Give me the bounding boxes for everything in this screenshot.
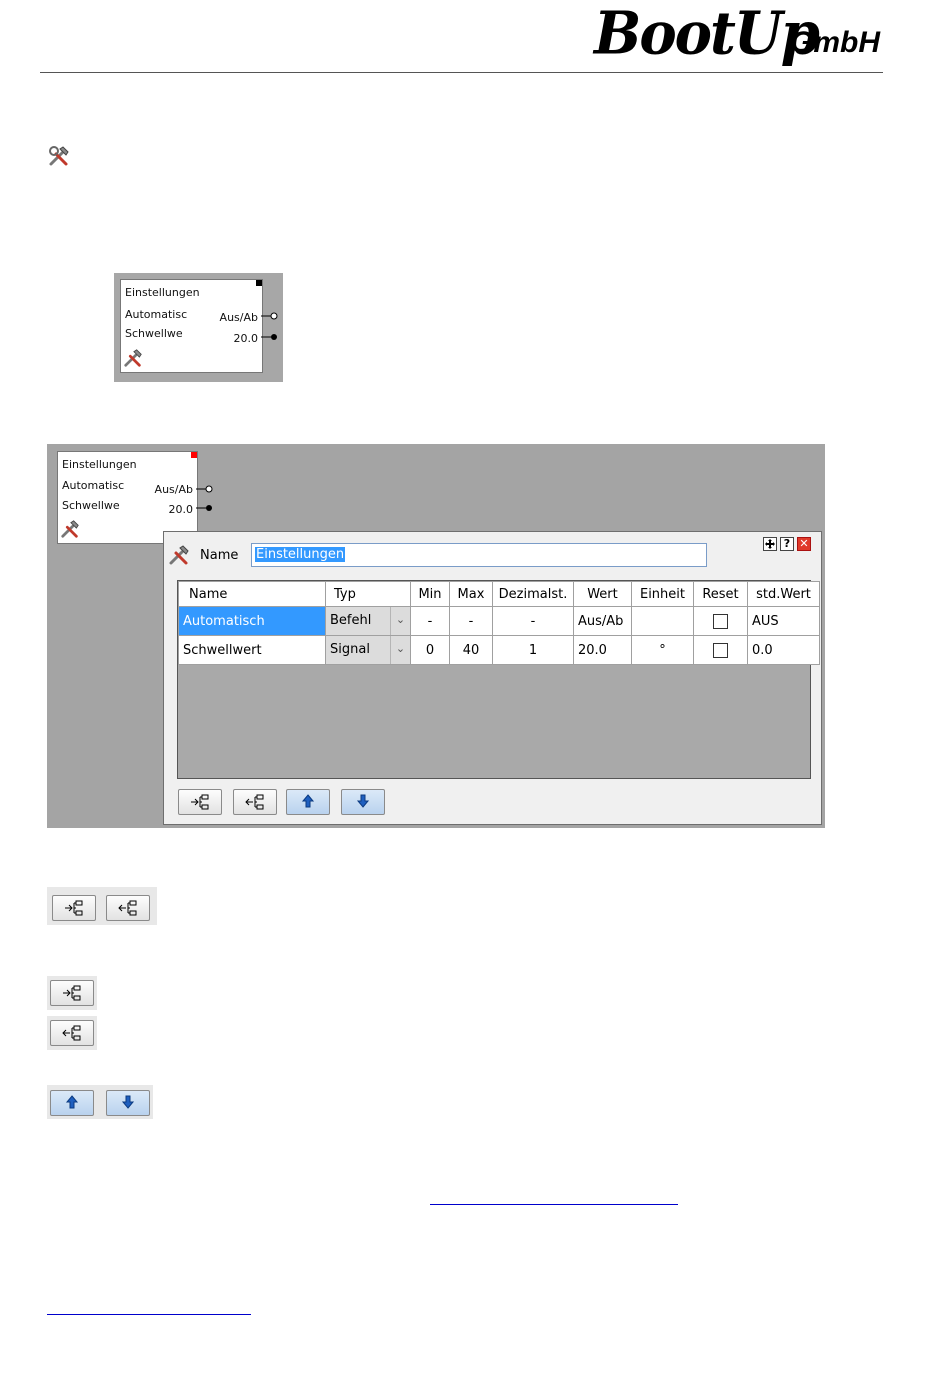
add-output-button[interactable] <box>233 789 277 815</box>
block-input-schwellwert: Schwellwe <box>125 327 183 340</box>
cell-reset[interactable] <box>693 606 748 636</box>
cell-min[interactable]: 0 <box>410 635 450 665</box>
name-input-value: Einstellungen <box>255 547 346 562</box>
cell-wert[interactable]: 20.0 <box>573 635 632 665</box>
cell-max[interactable]: 40 <box>449 635 493 665</box>
move-icon[interactable] <box>763 537 777 551</box>
block-output-connectors <box>196 485 213 511</box>
cell-name[interactable]: Automatisch <box>178 606 326 636</box>
add-output-icon <box>62 1025 81 1041</box>
tools-icon <box>169 545 189 565</box>
close-icon[interactable]: ✕ <box>797 537 811 551</box>
function-block-preview[interactable]: Einstellungen Automatisc Schwellwe Aus/A… <box>120 279 263 373</box>
table-row[interactable]: Automatisch Befehl ⌄ - - - Aus/Ab AUS <box>178 606 820 636</box>
add-output-icon <box>245 794 264 810</box>
reset-checkbox[interactable] <box>713 613 728 629</box>
cell-max[interactable]: - <box>449 606 493 636</box>
add-input-icon <box>63 985 81 1001</box>
cell-reset[interactable] <box>693 635 748 665</box>
header-rule <box>40 72 883 73</box>
add-input-button[interactable] <box>50 980 94 1006</box>
block-output-connectors <box>261 312 278 340</box>
move-down-button[interactable] <box>106 1090 150 1116</box>
logo-main-text: BootUp <box>594 0 820 69</box>
cell-einheit[interactable]: ° <box>631 635 694 665</box>
typ-select[interactable]: Signal ⌄ <box>325 635 411 665</box>
block-title: Einstellungen <box>62 458 137 471</box>
arrow-up-icon <box>301 794 315 808</box>
column-header-std-wert[interactable]: std.Wert <box>747 581 820 607</box>
block-input-automatisch: Automatisc <box>125 308 188 321</box>
block-corner-marker <box>256 280 262 286</box>
help-icon[interactable]: ? <box>780 537 794 551</box>
typ-select-value: Befehl <box>330 613 372 628</box>
cell-name[interactable]: Schwellwert <box>178 635 326 665</box>
block-input-automatisch: Automatisc <box>62 479 125 492</box>
block-output-2: 20.0 <box>233 332 259 345</box>
cell-dezimalst[interactable]: - <box>492 606 574 636</box>
arrow-down-icon <box>356 794 370 808</box>
hyperlink-underline[interactable] <box>430 1204 678 1205</box>
cell-min[interactable]: - <box>410 606 450 636</box>
column-header-wert[interactable]: Wert <box>573 581 632 607</box>
add-input-button[interactable] <box>178 789 222 815</box>
block-output-1: Aus/Ab <box>154 483 193 496</box>
block-corner-marker <box>191 452 197 458</box>
tools-icon <box>61 520 79 538</box>
column-header-min[interactable]: Min <box>410 581 450 607</box>
hyperlink-underline[interactable] <box>47 1314 251 1315</box>
arrow-up-icon <box>65 1095 79 1109</box>
block-input-schwellwert: Schwellwe <box>62 499 120 512</box>
add-output-icon <box>118 900 137 916</box>
add-output-button[interactable] <box>50 1020 94 1046</box>
cell-std-wert[interactable]: 0.0 <box>747 635 820 665</box>
add-output-button[interactable] <box>106 895 150 921</box>
add-input-icon <box>191 794 209 810</box>
bootup-logo: BootUp GmbH <box>594 4 894 70</box>
add-input-button[interactable] <box>52 895 96 921</box>
cell-dezimalst[interactable]: 1 <box>492 635 574 665</box>
column-header-einheit[interactable]: Einheit <box>631 581 694 607</box>
add-input-icon <box>65 900 83 916</box>
block-title: Einstellungen <box>125 286 200 299</box>
tools-icon <box>48 145 70 167</box>
move-up-button[interactable] <box>286 789 330 815</box>
table-header-row: Name Typ Min Max Dezimalst. Wert Einheit… <box>178 581 820 607</box>
arrow-down-icon <box>121 1095 135 1109</box>
typ-select[interactable]: Befehl ⌄ <box>325 606 411 636</box>
name-label: Name <box>200 548 239 563</box>
move-down-button[interactable] <box>341 789 385 815</box>
block-output-2: 20.0 <box>168 503 194 516</box>
move-up-button[interactable] <box>50 1090 94 1116</box>
column-header-typ[interactable]: Typ <box>325 581 411 607</box>
column-header-name[interactable]: Name <box>178 581 326 607</box>
column-header-dezimalst[interactable]: Dezimalst. <box>492 581 574 607</box>
cell-wert[interactable]: Aus/Ab <box>573 606 632 636</box>
name-input[interactable]: Einstellungen <box>251 543 707 567</box>
table-row[interactable]: Schwellwert Signal ⌄ 0 40 1 20.0 ° 0.0 <box>178 635 820 665</box>
reset-checkbox[interactable] <box>713 642 728 658</box>
typ-select-value: Signal <box>330 642 370 657</box>
tools-icon <box>124 349 142 367</box>
cell-std-wert[interactable]: AUS <box>747 606 820 636</box>
chevron-down-icon[interactable]: ⌄ <box>390 607 410 635</box>
cell-einheit[interactable] <box>631 606 694 636</box>
column-header-reset[interactable]: Reset <box>693 581 748 607</box>
chevron-down-icon[interactable]: ⌄ <box>390 636 410 664</box>
column-header-max[interactable]: Max <box>449 581 493 607</box>
block-output-1: Aus/Ab <box>219 311 258 324</box>
logo-sub-text: GmbH <box>790 26 880 59</box>
parameter-table: Name Typ Min Max Dezimalst. Wert Einheit… <box>178 581 820 665</box>
